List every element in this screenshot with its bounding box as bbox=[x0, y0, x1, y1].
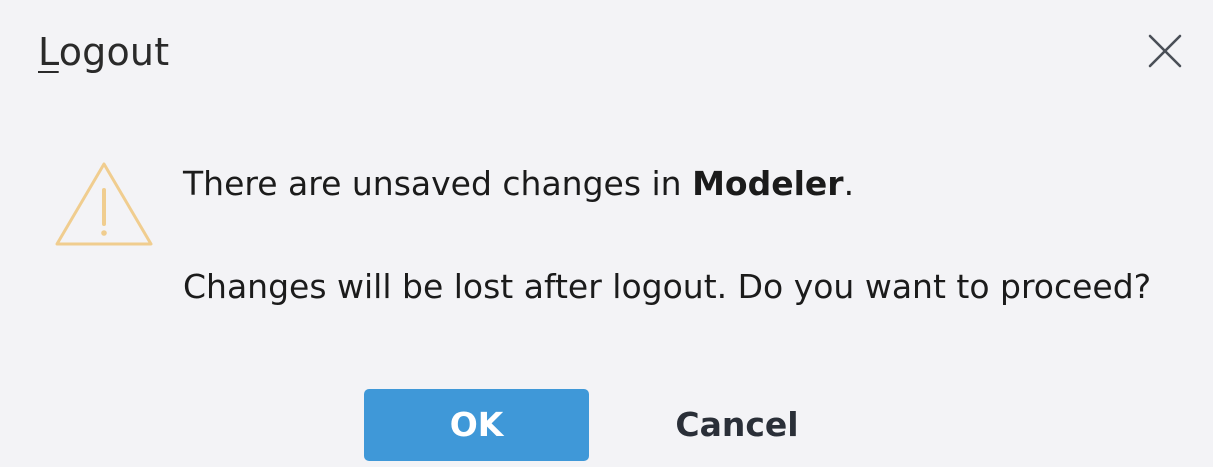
message-suffix: . bbox=[843, 164, 855, 203]
cancel-button[interactable]: Cancel bbox=[640, 389, 834, 461]
logout-dialog: Logout There are unsaved changes in Mode… bbox=[0, 0, 1213, 467]
close-icon bbox=[1148, 34, 1182, 68]
message-prefix: There are unsaved changes in bbox=[183, 164, 693, 203]
message-line-1: There are unsaved changes in Modeler. bbox=[183, 162, 854, 206]
dialog-title: Logout bbox=[38, 28, 169, 76]
message-line-2: Changes will be lost after logout. Do yo… bbox=[183, 267, 1152, 306]
message-app-name: Modeler bbox=[692, 164, 844, 203]
title-mnemonic: L bbox=[38, 30, 59, 74]
title-text: ogout bbox=[58, 30, 170, 74]
close-button[interactable] bbox=[1146, 32, 1184, 70]
ok-button[interactable]: OK bbox=[364, 389, 589, 461]
warning-icon bbox=[54, 160, 154, 248]
